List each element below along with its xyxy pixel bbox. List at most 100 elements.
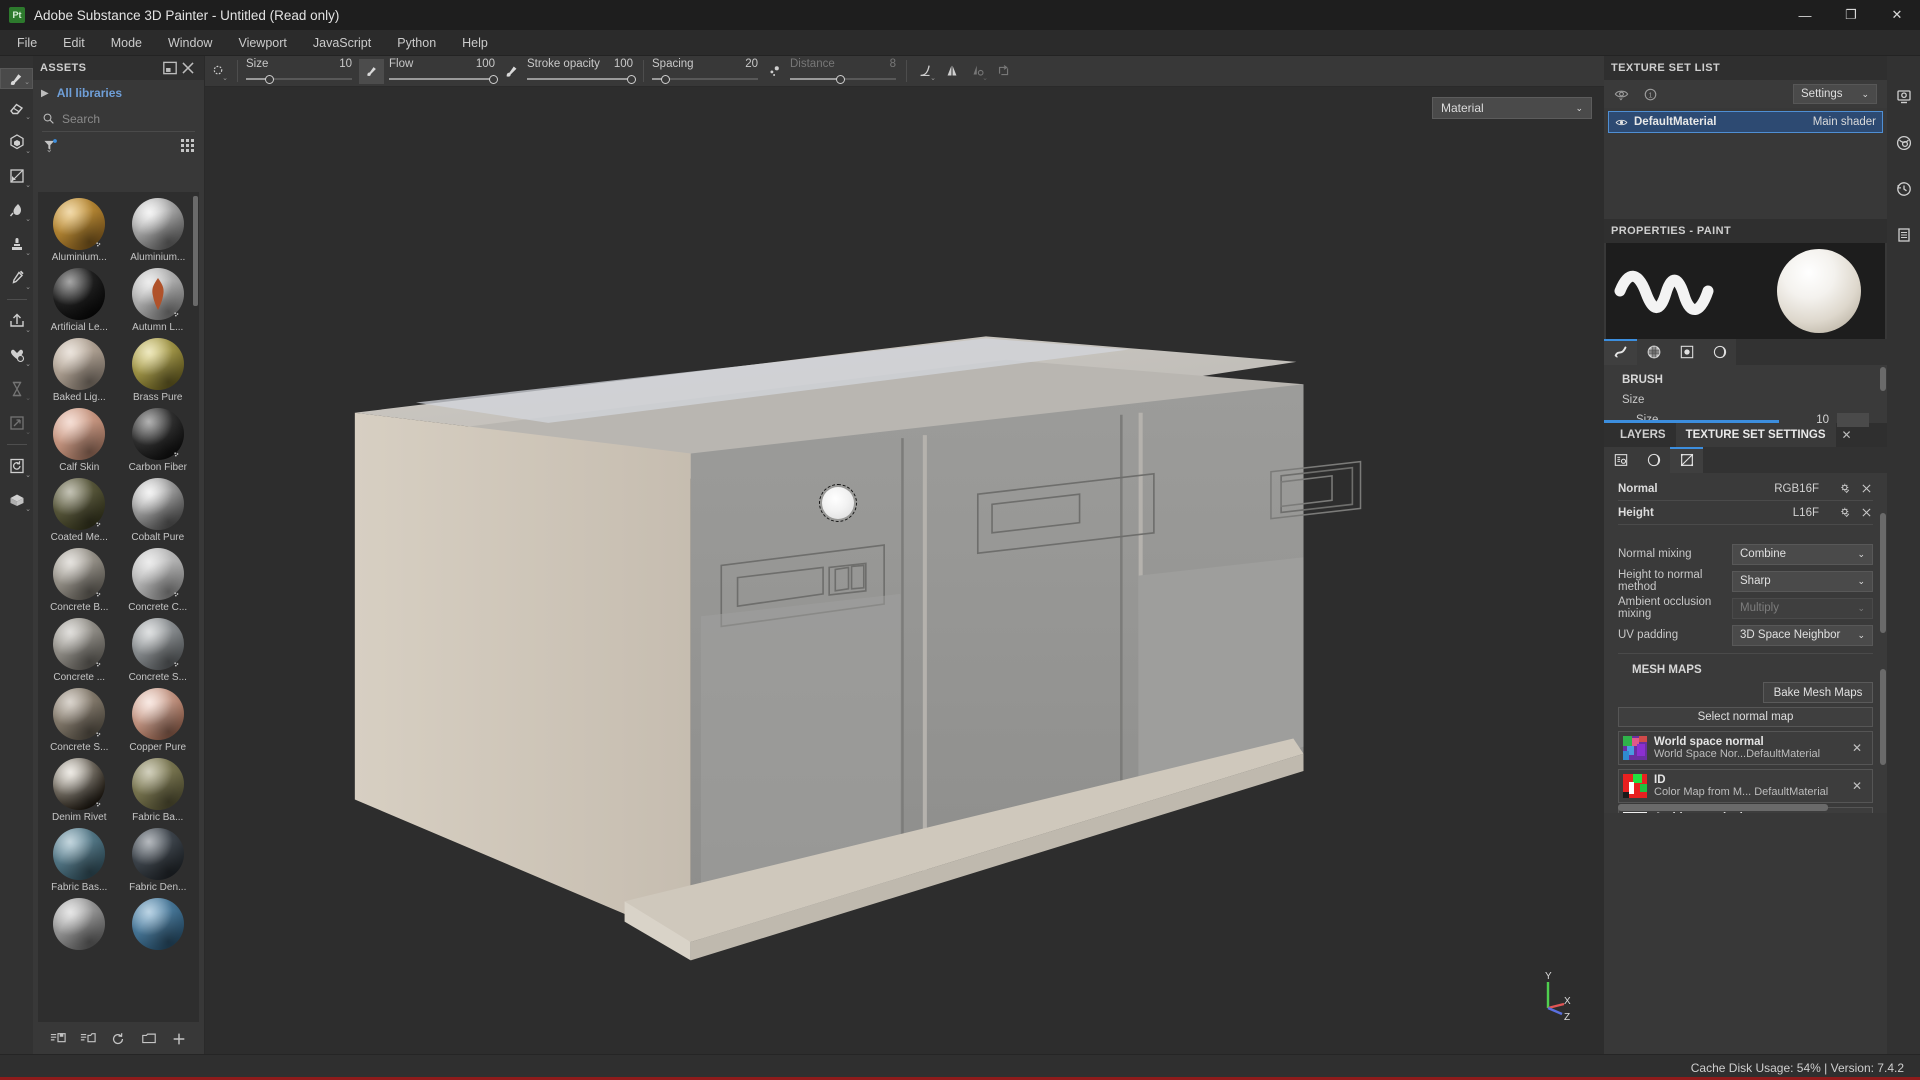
maximize-button[interactable]: ❐ [1828,0,1874,30]
setting-select[interactable]: Sharp ⌄ [1732,570,1873,592]
history-button[interactable] [1887,174,1920,204]
channel-row[interactable]: Normal RGB16F [1618,477,1873,501]
asset-item[interactable]: Concrete C... [119,548,198,613]
mesh-map-item[interactable]: World space normal World Space Nor...Def… [1618,731,1873,765]
resize-tool[interactable]: ⌄ [0,408,33,438]
param-flow[interactable]: Flow 100 [387,56,499,87]
export-tool[interactable]: ⌄ [0,306,33,336]
texture-set-tab[interactable] [1604,447,1637,473]
tiling-button[interactable] [991,56,1017,87]
polygon-fill-tool[interactable]: ⌄ [0,161,33,191]
mesh-tool[interactable]: ⌄ [0,485,33,515]
param-stroke-opacity-knob[interactable] [627,74,637,84]
menu-item-mode[interactable]: Mode [98,32,155,54]
search-input[interactable]: Search [42,106,195,132]
mesh-map-item[interactable]: ID Color Map from M... DefaultMaterial ✕ [1618,769,1873,803]
mesh-map-hscrollbar[interactable] [1618,804,1828,811]
asset-item[interactable]: Concrete B... [40,548,119,613]
brush-settings-button[interactable]: ⌄ [205,56,231,87]
param-stroke-opacity-track[interactable] [527,77,633,80]
menu-item-edit[interactable]: Edit [50,32,98,54]
asset-item[interactable]: Autumn L... [119,268,198,333]
channel-row[interactable]: Height L16F [1618,501,1873,525]
param-size-track[interactable] [246,77,352,80]
paint-brush-tool[interactable]: ⌄ [0,68,33,89]
asset-item[interactable]: Concrete ... [40,618,119,683]
close-icon[interactable] [1860,506,1873,519]
falloff-button[interactable]: ⌄ [913,56,939,87]
menu-item-help[interactable]: Help [449,32,501,54]
asset-item[interactable]: Concrete S... [119,618,198,683]
assets-scrollbar[interactable] [193,196,198,306]
asset-grid[interactable]: Aluminium... Aluminium... Artificial Le.… [38,192,199,1022]
asset-item[interactable]: Aluminium... [119,198,198,263]
symmetry-button[interactable] [939,56,965,87]
material-picker-tool[interactable]: ⌄ [0,263,33,293]
log-button[interactable] [1887,220,1920,250]
setting-select[interactable]: 3D Space Neighbor ⌄ [1732,624,1873,646]
count-badge-icon[interactable]: 1 [1643,87,1658,102]
projection-tool[interactable]: ⌄ [0,127,33,157]
filter-icon[interactable] [43,138,58,153]
display-settings-button[interactable] [1887,82,1920,112]
asset-item[interactable]: Fabric Den... [119,828,198,893]
brush-properties-scrollbar[interactable] [1880,367,1886,391]
asset-item[interactable]: Fabric Ba... [119,758,198,823]
param-size-knob[interactable] [264,74,274,84]
close-icon[interactable]: ✕ [1846,779,1868,793]
param-distance[interactable]: Distance 8 [788,56,900,87]
asset-item[interactable]: Cobalt Pure [119,478,198,543]
asset-item[interactable]: Copper Pure [119,688,198,753]
new-library-icon[interactable] [50,1031,66,1047]
asset-item[interactable]: Denim Rivet [40,758,119,823]
opacity-preset-button[interactable] [499,56,525,87]
brush-tab[interactable] [1604,339,1637,365]
shader-tab[interactable] [1637,447,1670,473]
import-resource-icon[interactable] [80,1031,96,1047]
param-stroke-opacity[interactable]: Stroke opacity 100 [525,56,637,87]
shader-settings-button[interactable] [1887,128,1920,158]
smudge-tool[interactable]: ⌄ [0,195,33,225]
menu-item-javascript[interactable]: JavaScript [300,32,384,54]
asset-item[interactable]: Artificial Le... [40,268,119,333]
mesh-maps-tab[interactable] [1670,447,1703,473]
alpha-tab[interactable] [1670,339,1703,365]
symmetry-settings-button[interactable]: ⌄ [965,56,991,87]
asset-item[interactable]: Aluminium... [40,198,119,263]
grid-view-icon[interactable] [181,138,194,152]
param-size[interactable]: Size 10 [244,56,356,87]
refresh-icon[interactable] [110,1031,126,1047]
asset-item[interactable]: Calf Skin [40,408,119,473]
all-libraries-row[interactable]: ▶ All libraries [33,80,204,106]
asset-item[interactable] [119,898,198,952]
reload-tool[interactable]: ⌄ [0,451,33,481]
grayscale-tab[interactable] [1637,339,1670,365]
asset-item[interactable]: Baked Lig... [40,338,119,403]
bake-mesh-maps-button[interactable]: Bake Mesh Maps [1763,682,1873,703]
close-button[interactable]: ✕ [1874,0,1920,30]
asset-item[interactable]: Fabric Bas... [40,828,119,893]
clone-tool[interactable]: ⌄ [0,229,33,259]
brush-flow-preset-button[interactable] [359,58,384,84]
asset-item[interactable]: Brass Pure [119,338,198,403]
baking-tool[interactable]: ⌄ [0,374,33,404]
param-flow-track[interactable] [389,77,495,80]
geometry-mask-tool[interactable]: ⌄ [0,340,33,370]
texture-set-item[interactable]: DefaultMaterial Main shader [1608,111,1883,133]
asset-item[interactable]: Carbon Fiber [119,408,198,473]
add-icon[interactable] [171,1031,187,1047]
spacing-preset-button[interactable] [762,56,788,87]
asset-item[interactable]: Concrete S... [40,688,119,753]
menu-item-python[interactable]: Python [384,32,449,54]
menu-item-window[interactable]: Window [155,32,225,54]
dock-icon[interactable] [161,59,179,77]
settings-scrollbar-top[interactable] [1880,513,1886,633]
texture-set-settings-dropdown[interactable]: Settings ⌄ [1793,84,1877,104]
brush-size-slider[interactable] [1604,420,1887,423]
close-icon[interactable]: ✕ [1846,741,1868,755]
close-icon[interactable] [179,59,197,77]
minimize-button[interactable]: — [1782,0,1828,30]
menu-item-viewport[interactable]: Viewport [225,32,299,54]
asset-item[interactable] [40,898,119,952]
setting-select[interactable]: Combine ⌄ [1732,543,1873,565]
